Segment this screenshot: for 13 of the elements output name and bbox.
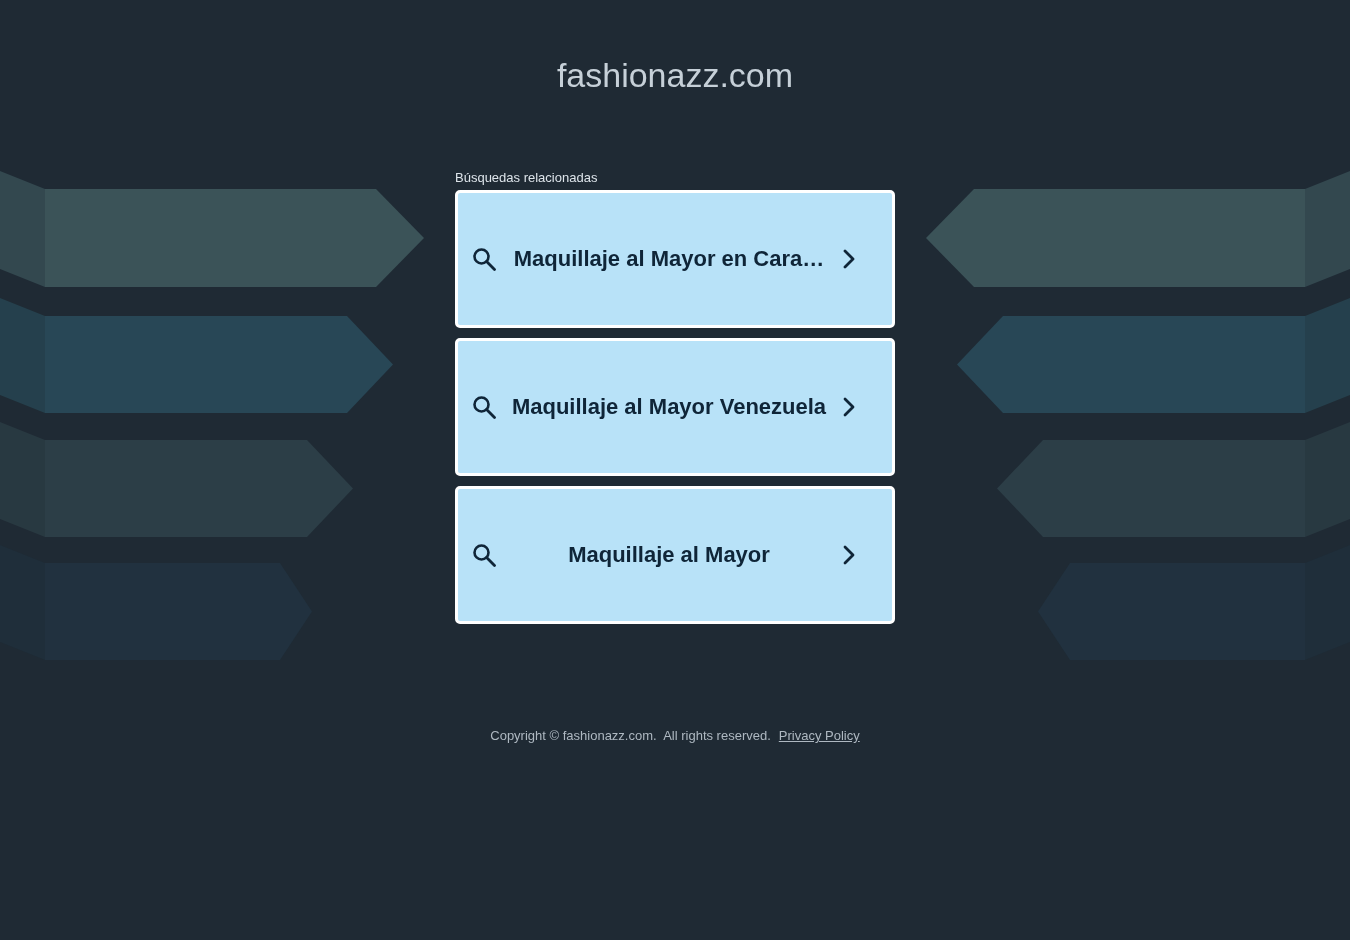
chevron-right-icon [842,396,856,418]
related-search-link[interactable]: Maquillaje al Mayor en Cara… [455,190,895,328]
privacy-policy-link[interactable]: Privacy Policy [778,728,860,744]
chevron-right-icon [842,544,856,566]
chevron-right-icon [842,248,856,270]
search-icon [472,395,496,419]
search-icon [472,543,496,567]
section-heading: Búsquedas relacionadas [455,170,598,186]
copyright-text: Copyright © fashionazz.com. All rights reserved. [490,728,771,744]
site-title: fashionazz.com [556,55,794,95]
related-search-link[interactable]: Maquillaje al Mayor Venezuela [455,338,895,476]
related-search-link[interactable]: Maquillaje al Mayor [455,486,895,624]
search-icon [472,247,496,271]
